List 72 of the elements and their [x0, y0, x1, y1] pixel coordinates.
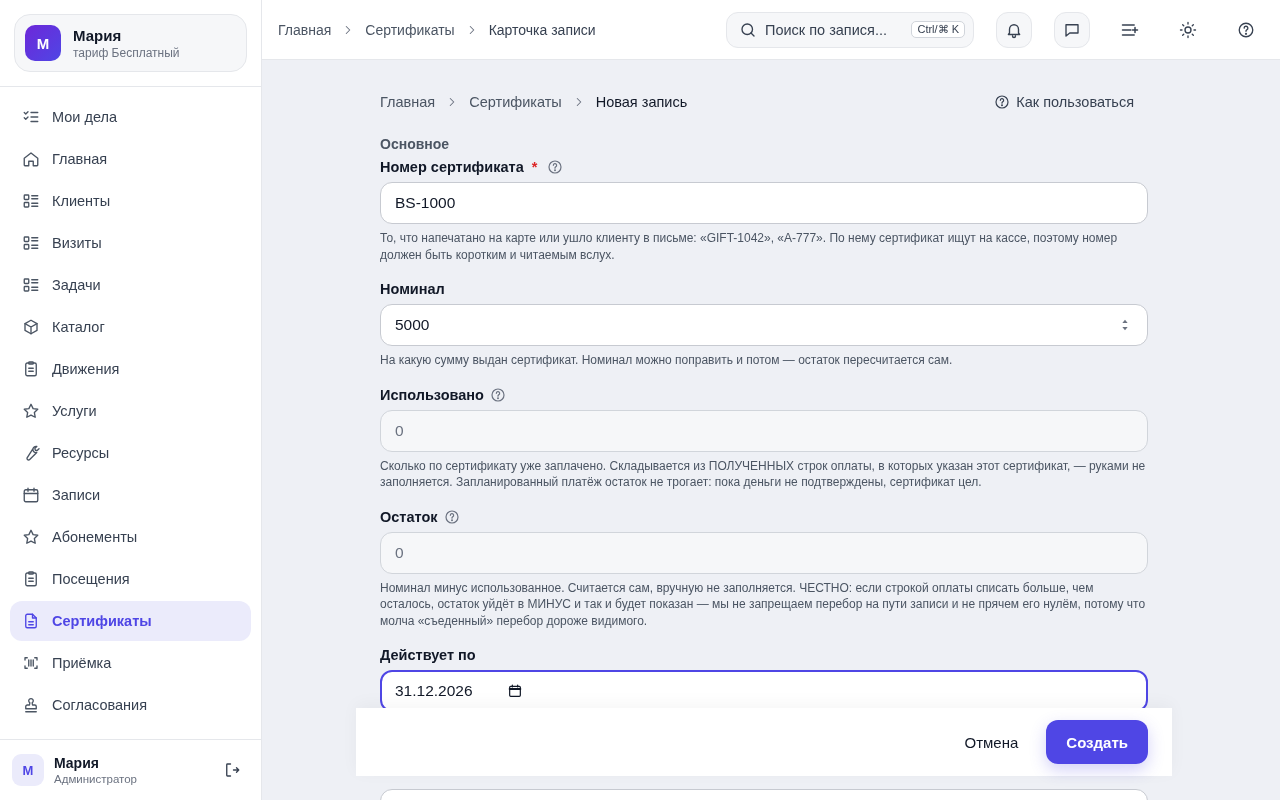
scan-icon — [22, 654, 40, 672]
field-label: Номер сертификата — [380, 159, 524, 175]
chat-button[interactable] — [1054, 11, 1090, 48]
breadcrumb-current: Новая запись — [595, 94, 688, 110]
account-card[interactable]: М Мария тариф Бесплатный — [14, 14, 247, 72]
readonly-field: 0 — [380, 531, 1148, 574]
sun-icon — [1179, 20, 1197, 39]
star-icon — [22, 528, 40, 546]
sidebar-item[interactable]: Задачи — [10, 265, 251, 305]
breadcrumb-link[interactable]: Сертификаты — [469, 94, 562, 110]
sidebar-item[interactable]: Главная — [10, 139, 251, 179]
sidebar-item[interactable]: Сертификаты — [10, 601, 251, 641]
search-field[interactable]: Поиск по запися... Ctrl/⌘ K — [726, 11, 974, 48]
breadcrumb-link[interactable]: Главная — [278, 21, 332, 38]
star-icon — [22, 402, 40, 420]
home-icon — [22, 150, 40, 168]
sidebar-item[interactable]: Согласования — [10, 685, 251, 725]
field-hint: Сколько по сертификату уже заплачено. Складывается из ПОЛУЧЕННЫХ строк оплаты, в которых указан этот сертификат, — руками не заполняется. Запланированный платёж остаток не трогает: пока деньги не подтверждены, сертификат цел. — [380, 457, 1147, 491]
list-icon — [22, 192, 40, 210]
sidebar-item[interactable]: Ресурсы — [10, 433, 251, 473]
help-icon — [443, 508, 460, 525]
sidebar-item[interactable]: Приёмка — [10, 643, 251, 683]
breadcrumb-current: Карточка записи — [488, 21, 596, 38]
calendar-icon — [506, 683, 523, 699]
sidebar-item[interactable]: Услуги — [10, 391, 251, 431]
sidebar-item[interactable]: Мои дела — [10, 97, 251, 137]
section-title: Основное — [380, 136, 451, 152]
sidebar-item[interactable]: Каталог — [10, 307, 251, 347]
field-label: Номинал — [380, 281, 445, 297]
calendar-icon — [22, 486, 40, 504]
sidebar-item[interactable]: Посещения — [10, 559, 251, 599]
field-hint: То, что напечатано на карте или ушло клиенту в письме: «GIFT-1042», «A-777». По нему сертификат ищут на кассе, поэтому номер должен быть коротким и читаемым вслух. — [380, 230, 1119, 263]
notifications-button[interactable] — [996, 11, 1032, 48]
logout-icon — [223, 761, 241, 779]
sidebar-item[interactable]: Движения — [10, 349, 251, 389]
account-name: Мария — [73, 26, 123, 44]
sidebar-item[interactable]: Абонементы — [10, 517, 251, 557]
clipboard-icon — [22, 360, 40, 378]
user-avatar: М — [12, 754, 44, 786]
help-icon — [1237, 20, 1255, 39]
shortcut-hint: Ctrl/⌘ K — [911, 21, 965, 38]
user-role: Администратор — [54, 773, 137, 785]
sidebar-item[interactable]: Визиты — [10, 223, 251, 263]
cancel-button[interactable]: Отмена — [964, 733, 1019, 751]
number-field[interactable]: 5000 — [380, 304, 1148, 346]
breadcrumb-link[interactable]: Главная — [380, 94, 436, 110]
readonly-field: 0 — [380, 409, 1148, 452]
box-icon — [22, 318, 40, 336]
user-name: Мария — [54, 755, 100, 771]
sidebar-item[interactable]: Клиенты — [10, 181, 251, 221]
required-asterisk: * — [531, 159, 538, 175]
help-link[interactable]: Как пользоваться — [994, 94, 1134, 110]
account-plan: тариф Бесплатный — [73, 45, 180, 60]
stamp-icon — [22, 696, 40, 714]
field-label: Остаток — [380, 508, 438, 525]
breadcrumb-link[interactable]: Сертификаты — [365, 21, 455, 38]
input-field[interactable]: BS-1000 — [380, 182, 1148, 224]
clipboard-icon — [22, 570, 40, 588]
help-icon — [994, 94, 1011, 110]
search-icon — [739, 20, 757, 39]
field-hint: На какую сумму выдан сертификат. Номинал можно поправить и потом — остаток пересчитается сам. — [380, 352, 954, 369]
sidebar-item[interactable]: Записи — [10, 475, 251, 515]
account-avatar: М — [25, 25, 61, 61]
list-icon — [22, 276, 40, 294]
field-label: Использовано — [380, 386, 484, 403]
help-icon — [490, 386, 506, 403]
field-label: Действует по — [380, 647, 476, 663]
list-icon — [22, 234, 40, 252]
help-icon — [547, 159, 564, 175]
document-icon — [22, 612, 40, 630]
field-hint: Номинал минус использованное. Считается сам, вручную не заполняется. ЧЕСТНО: если строкой оплаты списать больше, чем осталось, остаток уйдёт в МИНУС и так и будет показан — мы не запрещаем перебор на пути записи и не прячем его нулём, потому что молча «съеденный» перебор дороже видимого. — [380, 579, 1147, 629]
create-button[interactable]: Создать — [1046, 720, 1148, 764]
